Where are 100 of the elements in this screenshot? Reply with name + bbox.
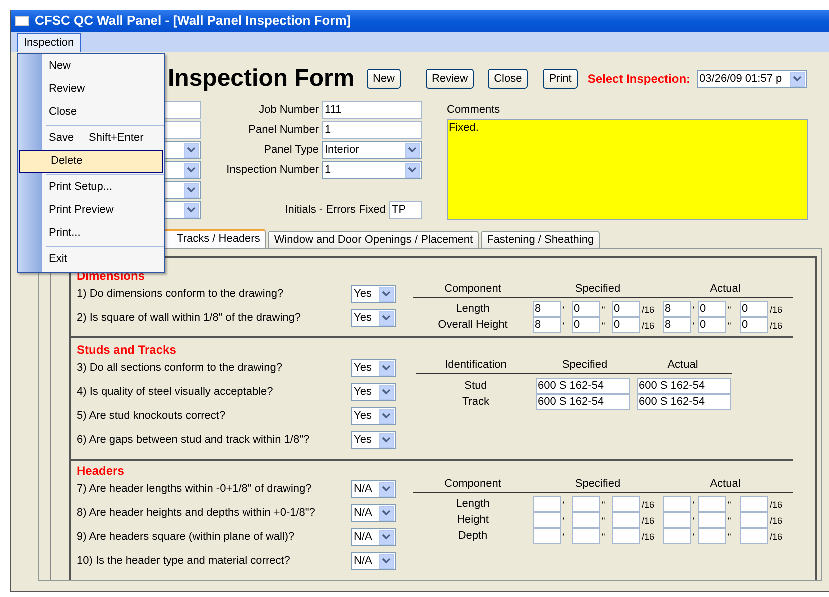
unit-label: ' (693, 305, 695, 315)
menu-item[interactable]: Close (18, 101, 164, 124)
input-field[interactable]: 0 (740, 317, 768, 333)
question-text: 2) Is square of wall within 1/8" of the drawing? (77, 310, 302, 326)
input-field[interactable] (663, 496, 691, 512)
input-field[interactable] (612, 528, 640, 544)
toolbar-button[interactable]: Print (543, 69, 578, 89)
input-field[interactable] (698, 496, 726, 512)
input-field[interactable] (572, 512, 600, 528)
input-field[interactable] (533, 512, 561, 528)
unit-label: /16 (770, 516, 783, 526)
unit-label: /16 (642, 532, 655, 542)
column-header: Actual (710, 476, 741, 492)
text-field[interactable]: 111 (322, 101, 422, 119)
text-field[interactable]: 1 (322, 121, 422, 139)
input-field[interactable] (533, 528, 561, 544)
menu-item[interactable]: Print Preview (18, 199, 164, 222)
toolbar-button[interactable]: Close (488, 69, 528, 89)
menu-item[interactable]: Print... (18, 222, 164, 245)
input-field[interactable] (612, 496, 640, 512)
row-label: Length (456, 302, 490, 317)
unit-label: " (728, 321, 732, 331)
input-field[interactable]: 0 (698, 301, 726, 317)
question-text: 9) Are headers square (within plane of wall)? (77, 530, 296, 545)
input-field[interactable] (663, 528, 691, 544)
input-field[interactable] (740, 512, 768, 528)
answer-dropdown[interactable]: Yes (351, 309, 396, 327)
section-heading: Dimensions (77, 268, 146, 285)
answer-dropdown[interactable]: Yes (351, 383, 396, 401)
question-text: 4) Is quality of steel visually acceptable? (77, 384, 274, 400)
select-inspection-dropdown[interactable]: 03/26/09 01:57 p (696, 70, 807, 88)
unit-label: /16 (770, 500, 783, 510)
input-field[interactable]: 0 (740, 301, 768, 317)
input-field[interactable]: 600 S 162-54 (536, 378, 630, 394)
input-field[interactable]: 8 (663, 317, 691, 333)
column-header: Identification (445, 358, 507, 372)
input-field[interactable]: 600 S 162-54 (637, 378, 731, 394)
answer-dropdown[interactable]: N/A (351, 528, 396, 546)
unit-label: ' (563, 305, 565, 315)
input-field[interactable]: 8 (533, 301, 561, 317)
unit-label: ' (563, 321, 565, 331)
unit-label: " (602, 500, 606, 510)
select-inspection-label: Select Inspection: (588, 71, 691, 88)
unit-label: " (602, 516, 606, 526)
input-field[interactable]: 0 (572, 317, 600, 333)
toolbar-button[interactable]: New (367, 69, 402, 89)
input-field[interactable] (533, 496, 561, 512)
input-field[interactable] (663, 512, 691, 528)
text-field[interactable]: TP (389, 201, 422, 219)
dropdown-field[interactable]: 1 (322, 161, 422, 179)
input-field[interactable]: 0 (698, 317, 726, 333)
input-field[interactable]: 600 S 162-54 (536, 394, 630, 410)
input-field[interactable] (572, 528, 600, 544)
row-label: Height (457, 512, 489, 528)
input-field[interactable] (698, 528, 726, 544)
input-field[interactable]: 0 (612, 301, 640, 317)
toolbar-button[interactable]: Review (426, 69, 474, 89)
unit-label: ' (563, 500, 565, 510)
menu-item[interactable]: Print Setup... (18, 176, 164, 199)
input-field[interactable] (740, 528, 768, 544)
answer-dropdown[interactable]: N/A (351, 480, 396, 498)
unit-label: " (728, 532, 732, 542)
menu-bar-item[interactable]: Inspection (17, 33, 82, 52)
field-label: Inspection Number (226, 162, 319, 178)
dropdown-field[interactable]: Interior (322, 141, 422, 159)
menu-item[interactable]: New (18, 55, 164, 78)
comments-field[interactable]: Fixed. (447, 119, 808, 220)
field-label: Initials - Errors Fixed (285, 202, 386, 218)
input-field[interactable] (572, 496, 600, 512)
unit-label: " (728, 516, 732, 526)
unit-label: " (602, 321, 606, 331)
menu-item[interactable]: Save Shift+Enter (18, 127, 164, 150)
unit-label: /16 (642, 500, 655, 510)
tab[interactable]: Fastening / Sheathing (481, 231, 600, 248)
column-header: Actual (710, 282, 741, 296)
column-header: Specified (562, 358, 608, 372)
answer-dropdown[interactable]: Yes (351, 285, 396, 303)
section-heading: Studs and Tracks (77, 342, 176, 359)
input-field[interactable] (698, 512, 726, 528)
input-field[interactable]: 8 (663, 301, 691, 317)
input-field[interactable]: 0 (572, 301, 600, 317)
field-label: Job Number (259, 102, 319, 118)
input-field[interactable]: 600 S 162-54 (637, 394, 731, 410)
input-field[interactable] (612, 512, 640, 528)
input-field[interactable]: 0 (612, 317, 640, 333)
answer-dropdown[interactable]: N/A (351, 552, 396, 570)
input-field[interactable]: 8 (533, 317, 561, 333)
input-field[interactable] (740, 496, 768, 512)
answer-dropdown[interactable]: Yes (351, 431, 396, 449)
menu-item[interactable]: Exit (18, 248, 164, 271)
answer-dropdown[interactable]: N/A (351, 504, 396, 522)
answer-dropdown[interactable]: Yes (351, 407, 396, 425)
menu-item[interactable]: Review (18, 78, 164, 101)
question-text: 8) Are header heights and depths within +0-1/8"? (77, 506, 316, 521)
column-header: Specified (575, 282, 621, 296)
tab[interactable]: Window and Door Openings / Placement (268, 231, 480, 248)
menu-item[interactable]: Delete (19, 150, 163, 173)
field-label: Comments (447, 102, 502, 118)
answer-dropdown[interactable]: Yes (351, 359, 396, 377)
row-label: Length (456, 496, 490, 512)
